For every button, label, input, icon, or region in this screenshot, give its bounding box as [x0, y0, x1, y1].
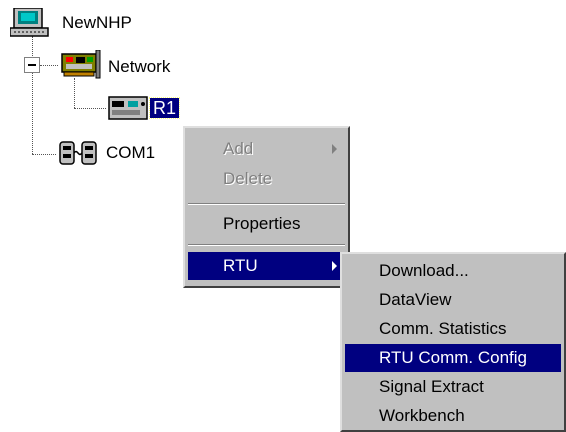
context-menu: Add Delete Properties RTU	[183, 126, 350, 288]
menu-item-rtu-label: RTU	[223, 256, 258, 275]
menu-item-comm-statistics-label: Comm. Statistics	[379, 319, 507, 338]
serial-port-icon[interactable]	[58, 138, 102, 168]
tree-node-network-label[interactable]: Network	[108, 57, 170, 77]
menu-item-download[interactable]: Download...	[345, 257, 561, 285]
menu-item-signal-extract[interactable]: Signal Extract	[345, 373, 561, 401]
menu-item-workbench-label: Workbench	[379, 406, 465, 425]
workstation-icon[interactable]	[9, 7, 56, 38]
menu-item-properties[interactable]: Properties	[188, 210, 345, 238]
menu-item-delete-label: Delete	[223, 169, 273, 188]
tree-node-root-label[interactable]: NewNHP	[62, 13, 132, 33]
network-card-icon[interactable]	[60, 49, 102, 80]
menu-separator	[188, 244, 345, 246]
menu-item-rtu-comm-config-label: RTU Comm. Config	[379, 348, 527, 367]
menu-item-add[interactable]: Add	[188, 135, 345, 163]
menu-item-properties-label: Properties	[223, 214, 301, 233]
menu-item-signal-extract-label: Signal Extract	[379, 377, 484, 396]
menu-item-delete[interactable]: Delete	[188, 165, 345, 193]
menu-item-dataview[interactable]: DataView	[345, 286, 561, 314]
submenu-arrow-icon	[332, 144, 337, 154]
tree-node-com1-label[interactable]: COM1	[106, 143, 155, 163]
collapse-minus-icon[interactable]	[24, 57, 40, 73]
submenu-arrow-icon	[332, 261, 337, 271]
rtu-device-icon[interactable]	[108, 95, 148, 121]
menu-item-comm-statistics[interactable]: Comm. Statistics	[345, 315, 561, 343]
menu-item-add-label: Add	[223, 139, 254, 158]
menu-item-download-label: Download...	[379, 261, 469, 280]
rtu-submenu: Download... DataView Comm. Statistics RT…	[340, 252, 566, 432]
tree-node-r1-label[interactable]: R1	[148, 97, 181, 119]
tree-line-r1	[74, 108, 106, 109]
tree-line-root-lower	[32, 73, 33, 154]
menu-item-rtu-comm-config[interactable]: RTU Comm. Config	[345, 344, 561, 372]
menu-item-workbench[interactable]: Workbench	[345, 402, 561, 430]
menu-separator	[188, 203, 345, 205]
menu-item-dataview-label: DataView	[379, 290, 452, 309]
tree-line-network	[40, 65, 58, 66]
menu-item-rtu[interactable]: RTU	[188, 252, 345, 280]
tree-line-com1	[32, 154, 56, 155]
tree-line-network-child	[74, 78, 75, 108]
